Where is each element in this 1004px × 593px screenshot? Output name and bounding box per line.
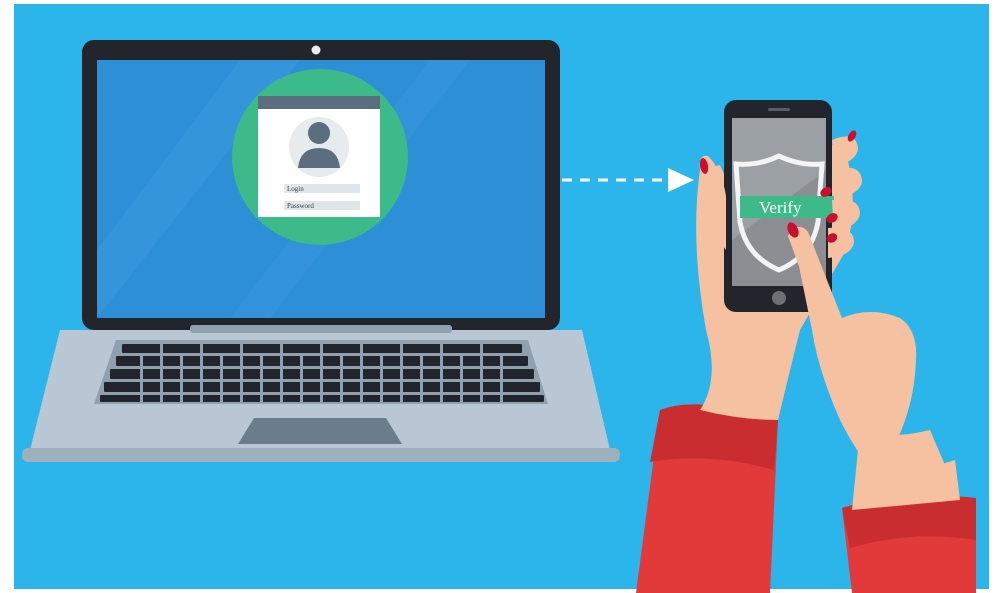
phone-speaker: [768, 108, 790, 111]
trackpad: [238, 418, 402, 444]
verify-label: Verify: [759, 198, 802, 217]
user-avatar-icon: [289, 117, 349, 177]
login-card: Login Password: [258, 96, 380, 217]
login-label: Login: [287, 185, 304, 193]
laptop-base-edge: [22, 448, 620, 462]
login-card-header: [258, 96, 380, 109]
laptop: Login Password: [22, 40, 620, 462]
webcam-icon: [311, 45, 321, 55]
illustration: Login Password Verify: [0, 0, 1004, 593]
laptop-hinge: [190, 325, 452, 333]
home-button-icon[interactable]: [772, 291, 786, 305]
password-label: Password: [287, 202, 314, 210]
